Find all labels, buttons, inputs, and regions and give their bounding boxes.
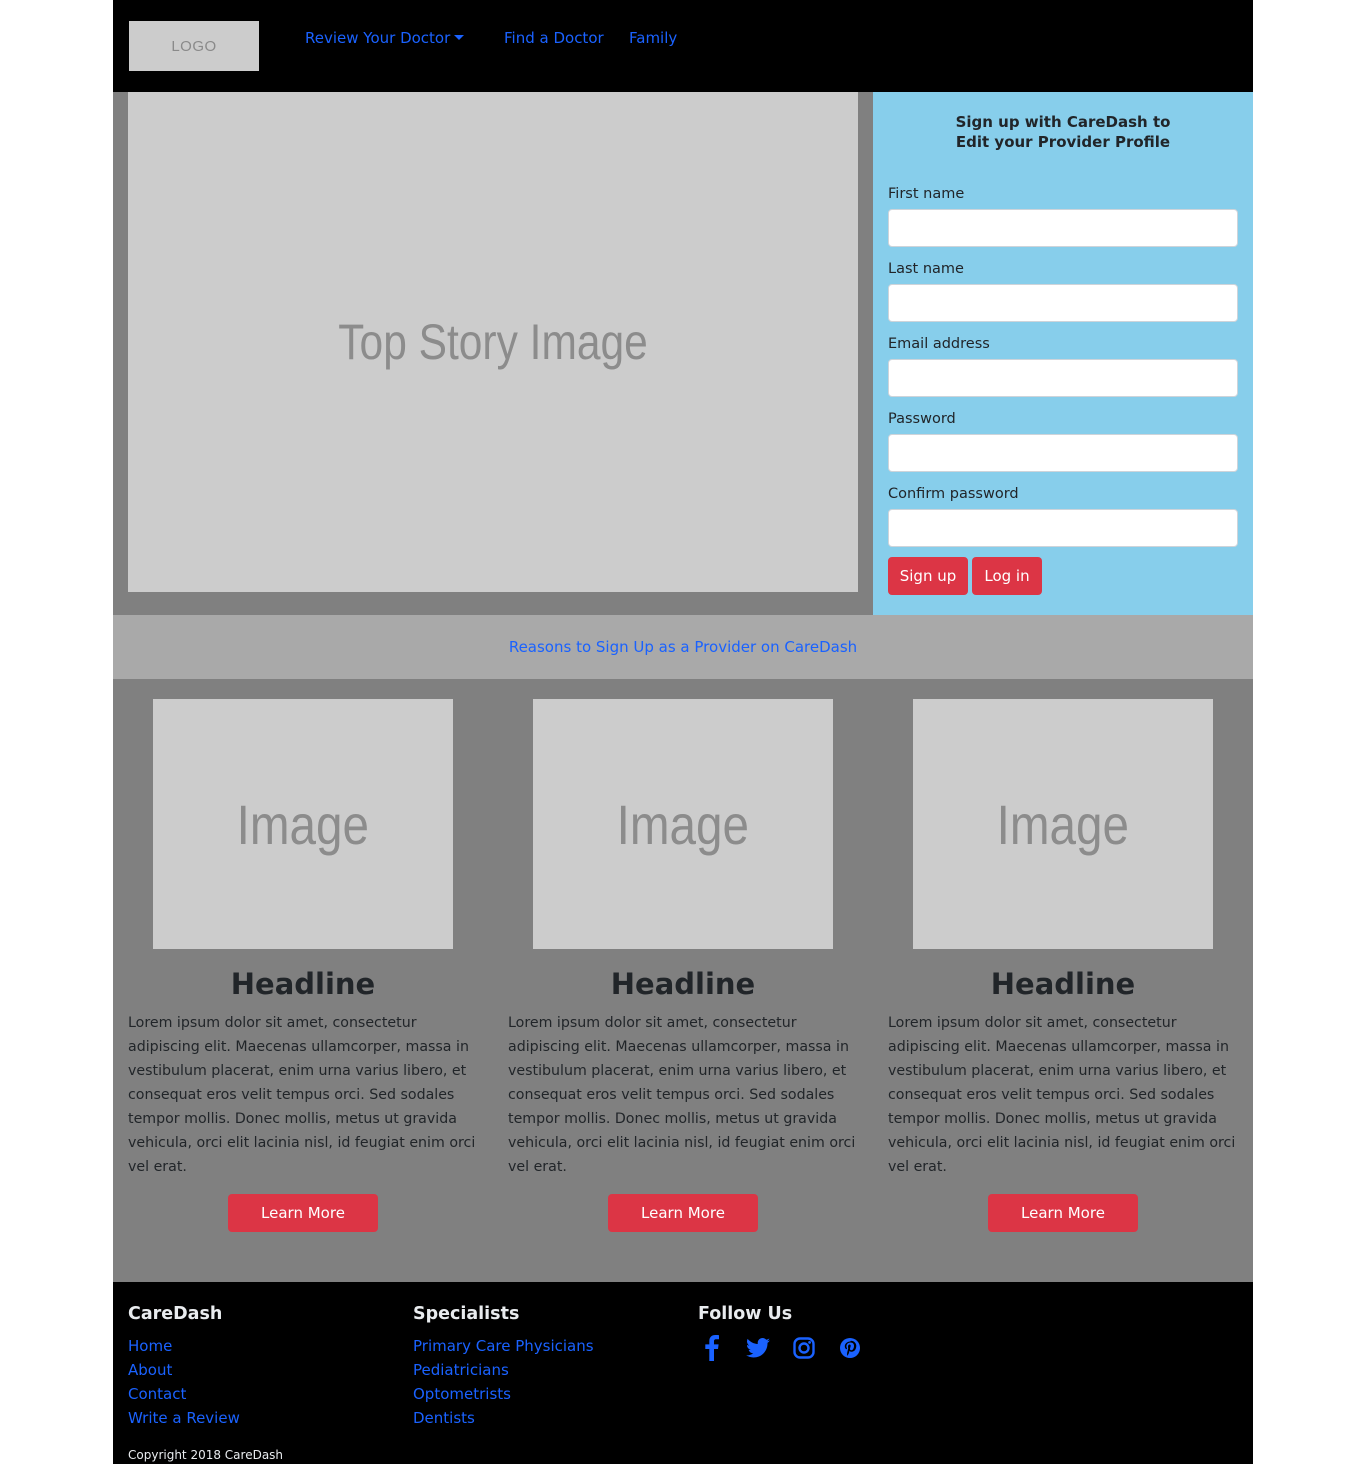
nav-review-your-doctor-dropdown[interactable]: Review Your Doctor: [305, 28, 465, 48]
footer-link-primary-care[interactable]: Primary Care Physicians: [413, 1334, 594, 1358]
page: LOGO Review Your Doctor Find a Doctor Fa…: [113, 0, 1253, 1464]
card-text: Lorem ipsum dolor sit amet, consectetur …: [888, 1015, 1236, 1175]
instagram-icon[interactable]: [790, 1334, 818, 1362]
last-name-input[interactable]: [888, 284, 1238, 322]
footer-link-pediatricians[interactable]: Pediatricians: [413, 1358, 594, 1382]
signup-title-line1: Sign up with CareDash to: [955, 113, 1171, 131]
footer-link-optometrists[interactable]: Optometrists: [413, 1382, 594, 1406]
nav-family[interactable]: Family: [629, 28, 677, 48]
card-headline: Headline: [230, 967, 376, 1001]
footer-link-about[interactable]: About: [128, 1358, 240, 1382]
footer-col-specialists: Specialists Primary Care Physicians Pedi…: [413, 1302, 594, 1430]
card-text: Lorem ipsum dolor sit amet, consectetur …: [508, 1015, 856, 1175]
twitter-icon[interactable]: [744, 1334, 772, 1362]
footer-link-contact[interactable]: Contact: [128, 1382, 240, 1406]
password-label: Password: [888, 411, 956, 427]
card: Image Headline Lorem ipsum dolor sit ame…: [493, 679, 873, 1282]
learn-more-button[interactable]: Learn More: [988, 1194, 1138, 1232]
card-headline: Headline: [610, 967, 756, 1001]
cards-section: Image Headline Lorem ipsum dolor sit ame…: [113, 679, 1253, 1282]
card-headline: Headline: [990, 967, 1136, 1001]
top-story-image-label: Top Story Image: [338, 314, 648, 370]
password-input[interactable]: [888, 434, 1238, 472]
card-image-label: Image: [616, 792, 750, 856]
signup-title: Sign up with CareDash to Edit your Provi…: [873, 112, 1253, 152]
footer: CareDash Home About Contact Write a Revi…: [113, 1282, 1253, 1464]
card-text: Lorem ipsum dolor sit amet, consectetur …: [128, 1015, 476, 1175]
sign-up-button[interactable]: Sign up: [888, 557, 968, 595]
log-in-button[interactable]: Log in: [972, 557, 1042, 595]
copyright-text: Copyright 2018 CareDash: [128, 1448, 284, 1462]
reasons-banner: Reasons to Sign Up as a Provider on Care…: [113, 615, 1253, 679]
email-input[interactable]: [888, 359, 1238, 397]
footer-heading: Follow Us: [698, 1304, 793, 1324]
card: Image Headline Lorem ipsum dolor sit ame…: [873, 679, 1253, 1282]
top-navbar: LOGO Review Your Doctor Find a Doctor Fa…: [113, 0, 1253, 92]
pinterest-icon[interactable]: [836, 1334, 864, 1362]
nav-find-a-doctor[interactable]: Find a Doctor: [504, 28, 604, 48]
learn-more-button[interactable]: Learn More: [228, 1194, 378, 1232]
learn-more-button[interactable]: Learn More: [608, 1194, 758, 1232]
confirm-password-label: Confirm password: [888, 486, 1019, 502]
first-name-label: First name: [888, 186, 965, 202]
confirm-password-input[interactable]: [888, 509, 1238, 547]
signup-panel: Sign up with CareDash to Edit your Provi…: [873, 92, 1253, 615]
card: Image Headline Lorem ipsum dolor sit ame…: [113, 679, 493, 1282]
email-label: Email address: [888, 336, 990, 352]
signup-title-line2: Edit your Provider Profile: [955, 133, 1171, 151]
footer-heading: CareDash: [128, 1304, 223, 1324]
reasons-link[interactable]: Reasons to Sign Up as a Provider on Care…: [509, 638, 857, 656]
top-story-image: Top Story Image: [128, 92, 858, 592]
footer-link-write-review[interactable]: Write a Review: [128, 1406, 240, 1430]
footer-col-caredash: CareDash Home About Contact Write a Revi…: [128, 1302, 240, 1430]
logo[interactable]: LOGO: [129, 21, 259, 71]
caret-down-icon: [454, 34, 465, 40]
card-image-label: Image: [236, 792, 370, 856]
footer-heading: Specialists: [413, 1304, 520, 1324]
social-icons: [698, 1334, 864, 1362]
card-image: Image: [153, 699, 453, 949]
footer-link-dentists[interactable]: Dentists: [413, 1406, 594, 1430]
last-name-label: Last name: [888, 261, 964, 277]
footer-col-follow-us: Follow Us: [698, 1302, 864, 1362]
footer-link-home[interactable]: Home: [128, 1334, 240, 1358]
card-image: Image: [913, 699, 1213, 949]
card-image-label: Image: [996, 792, 1130, 856]
nav-link-label: Review Your Doctor: [305, 29, 451, 47]
hero-section: Top Story Image Sign up with CareDash to…: [113, 92, 1253, 615]
facebook-icon[interactable]: [698, 1334, 726, 1362]
card-image: Image: [533, 699, 833, 949]
first-name-input[interactable]: [888, 209, 1238, 247]
